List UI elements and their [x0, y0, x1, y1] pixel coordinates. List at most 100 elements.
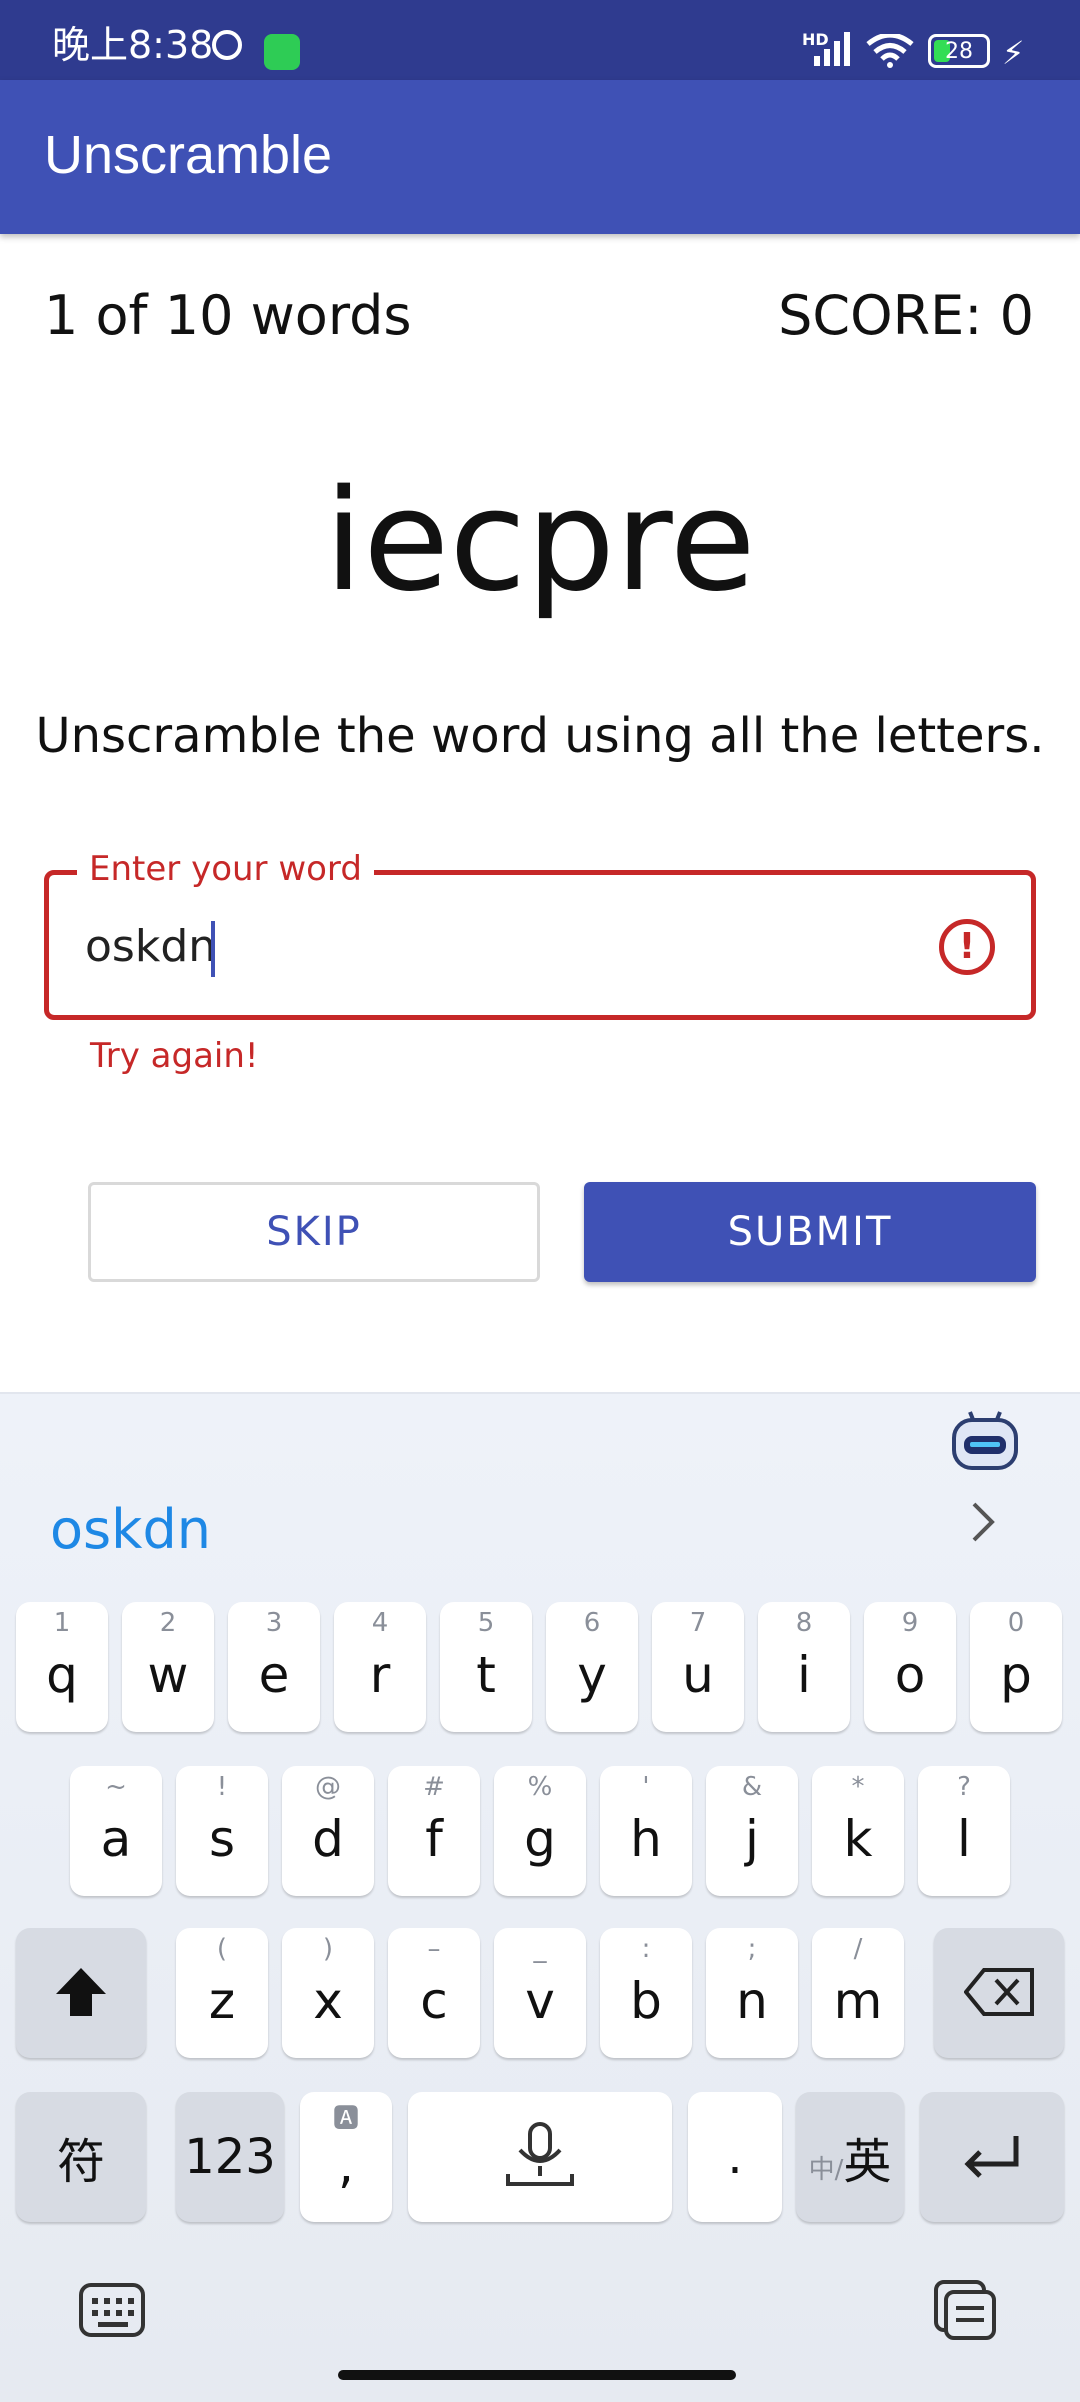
key-h[interactable]: ' h [600, 1766, 692, 1896]
key-label: q [46, 1646, 78, 1704]
key-s[interactable]: ! s [176, 1766, 268, 1896]
key-label: r [369, 1646, 391, 1704]
error-message: Try again! [90, 1036, 259, 1076]
language-key-chinese: 中/ [808, 2155, 844, 2185]
key-label: a [100, 1810, 132, 1868]
key-label: o [894, 1646, 926, 1704]
language-key[interactable]: 中/英 [796, 2092, 904, 2222]
key-label: s [208, 1810, 236, 1868]
keyboard-switch-icon[interactable] [78, 2282, 146, 2338]
suggestion-word[interactable]: oskdn [50, 1498, 211, 1561]
enter-key[interactable] [920, 2092, 1064, 2222]
language-key-label: 中/英 [796, 2122, 904, 2192]
shift-arrow-icon [56, 1968, 106, 2016]
app-notification-icon [264, 34, 300, 70]
clipboard-icon[interactable] [932, 2278, 998, 2342]
word-input-field[interactable]: Enter your word ! [44, 849, 1036, 1020]
key-g[interactable]: % g [494, 1766, 586, 1896]
key-label: n [736, 1972, 768, 2030]
status-time: 晚上8:38 [52, 23, 214, 67]
key-label: z [208, 1972, 236, 2030]
assistant-robot-icon[interactable] [950, 1410, 1020, 1470]
instructions: Unscramble the word using all the letter… [35, 708, 1045, 764]
key-label: f [425, 1810, 443, 1868]
key-a[interactable]: ~ a [70, 1766, 162, 1896]
key-c[interactable]: – c [388, 1928, 480, 2058]
enter-icon [964, 2136, 1019, 2178]
key-k[interactable]: * k [812, 1766, 904, 1896]
word-count: 1 of 10 words [44, 284, 412, 347]
key-hint: 6 [583, 1608, 601, 1638]
alarm-icon [212, 30, 242, 60]
signal-icon [814, 32, 850, 66]
key-label: u [682, 1646, 714, 1704]
key-label: c [420, 1972, 448, 2030]
key-label: p [1000, 1646, 1032, 1704]
key-x[interactable]: ) x [282, 1928, 374, 2058]
key-label: g [524, 1810, 556, 1868]
key-d[interactable]: @ d [282, 1766, 374, 1896]
key-z[interactable]: (z [176, 1928, 268, 2058]
backspace-icon [964, 1968, 1034, 2016]
key-e[interactable]: 3e [228, 1602, 320, 1732]
key-hint: % [527, 1772, 553, 1802]
key-t[interactable]: 5t [440, 1602, 532, 1732]
comma-key[interactable]: 🅰 , [300, 2092, 392, 2222]
key-label: v [525, 1972, 555, 2030]
key-hint: ' [642, 1772, 650, 1802]
score: SCORE: 0 [778, 284, 1034, 347]
charging-icon: ⚡ [1002, 34, 1025, 72]
key-f[interactable]: # f [388, 1766, 480, 1896]
key-n[interactable]: ; n [706, 1928, 798, 2058]
key-r[interactable]: 4r [334, 1602, 426, 1732]
key-hint: ~ [105, 1772, 127, 1802]
key-p[interactable]: 0p [970, 1602, 1062, 1732]
text-cursor [211, 921, 215, 977]
key-j[interactable]: & j [706, 1766, 798, 1896]
key-hint: / [853, 1934, 863, 1964]
shift-key[interactable] [16, 1928, 146, 2058]
numbers-key-label: 123 [184, 2129, 276, 2185]
wifi-icon [866, 34, 914, 68]
key-v[interactable]: _ v [494, 1928, 586, 2058]
space-key[interactable] [408, 2092, 672, 2222]
key-label: e [258, 1646, 290, 1704]
key-hint: ? [957, 1772, 971, 1802]
status-bar: 晚上8:38 HD 28 ⚡ [0, 0, 1080, 80]
symbols-key-label: 符 [56, 2134, 105, 2190]
key-hint: # [423, 1772, 445, 1802]
key-hint: 0 [1007, 1608, 1025, 1638]
symbols-key[interactable]: 符 [16, 2092, 146, 2222]
battery-icon: 28 [928, 34, 990, 68]
key-q[interactable]: 1q [16, 1602, 108, 1732]
key-l[interactable]: ? l [918, 1766, 1010, 1896]
key-hint: 5 [477, 1608, 495, 1638]
key-hint: @ [315, 1772, 341, 1802]
key-label: h [630, 1810, 662, 1868]
key-o[interactable]: 9o [864, 1602, 956, 1732]
app-bar: Unscramble [0, 80, 1080, 234]
key-m[interactable]: / m [812, 1928, 904, 2058]
key-hint: ( [216, 1934, 228, 1964]
key-hint: 8 [795, 1608, 813, 1638]
font-style-icon: 🅰 [332, 2104, 359, 2134]
battery-level: 28 [945, 39, 973, 64]
chevron-right-icon[interactable] [968, 1500, 998, 1544]
key-w[interactable]: 2w [122, 1602, 214, 1732]
skip-button[interactable]: SKIP [88, 1182, 540, 1282]
key-label: x [313, 1972, 343, 2030]
key-u[interactable]: 7u [652, 1602, 744, 1732]
key-hint: 3 [265, 1608, 283, 1638]
navigation-handle[interactable] [338, 2370, 736, 2380]
word-input[interactable] [85, 913, 905, 979]
submit-button[interactable]: SUBMIT [584, 1182, 1036, 1282]
key-b[interactable]: :b [600, 1928, 692, 2058]
backspace-key[interactable] [934, 1928, 1064, 2058]
key-y[interactable]: 6y [546, 1602, 638, 1732]
key-i[interactable]: 8i [758, 1602, 850, 1732]
period-key[interactable]: . [688, 2092, 782, 2222]
key-hint: 2 [159, 1608, 177, 1638]
language-key-english: 英 [843, 2134, 892, 2190]
numbers-key[interactable]: 123 [176, 2092, 284, 2222]
key-label: m [833, 1972, 883, 2030]
